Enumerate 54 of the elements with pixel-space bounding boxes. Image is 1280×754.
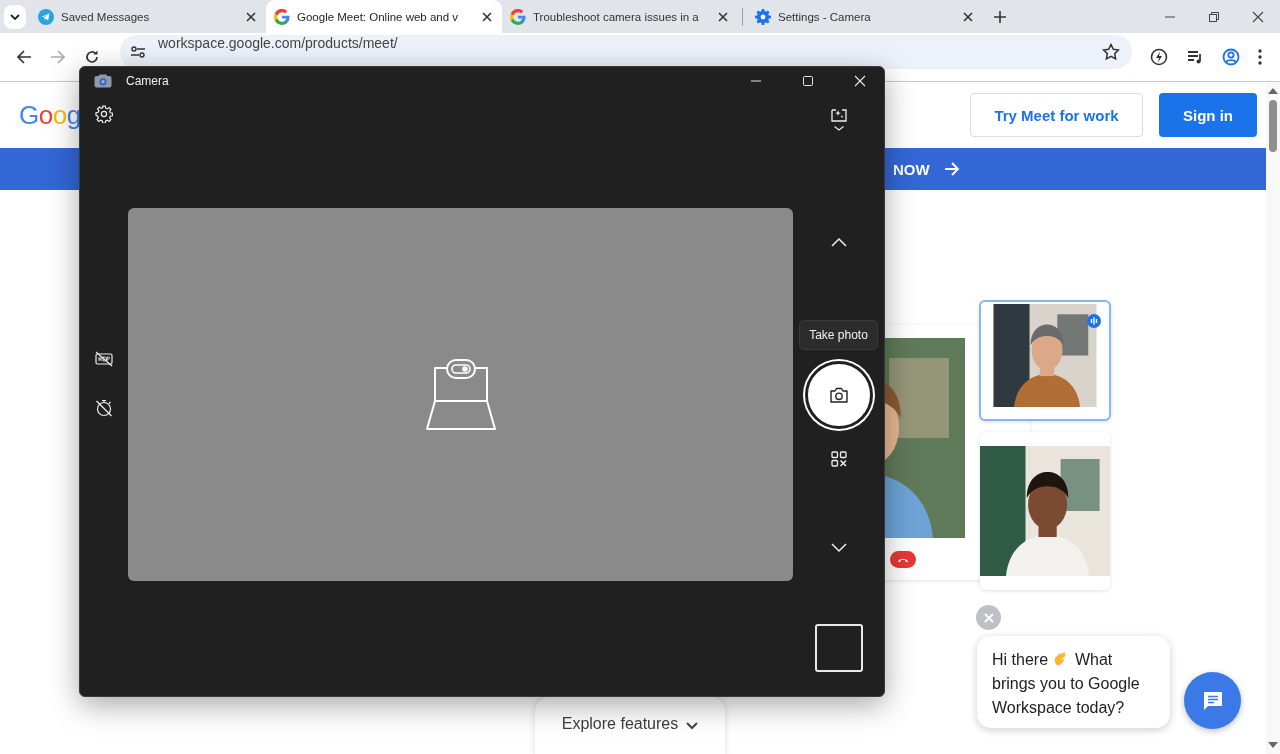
chat-button[interactable] xyxy=(1184,672,1241,729)
back-icon[interactable] xyxy=(16,49,32,65)
google-icon xyxy=(274,8,290,25)
browser-tab[interactable]: Troubleshoot camera issues in a xyxy=(502,0,738,33)
hdr-off-icon[interactable] xyxy=(95,350,113,367)
scrollbar[interactable] xyxy=(1266,82,1280,754)
hang-up-button[interactable] xyxy=(890,551,916,568)
maximize-icon[interactable] xyxy=(802,75,814,87)
sign-in-button[interactable]: Sign in xyxy=(1159,93,1257,137)
chevron-up-icon[interactable] xyxy=(830,237,847,247)
tab-title: Saved Messages xyxy=(61,10,151,23)
site-info-icon[interactable] xyxy=(130,44,146,60)
close-icon[interactable] xyxy=(961,9,975,24)
close-icon[interactable] xyxy=(1252,10,1264,23)
chat-message: Hi there What brings you to Google Workspace today? xyxy=(992,649,1141,718)
restore-icon[interactable] xyxy=(1208,10,1220,23)
settings-icon xyxy=(755,8,771,25)
chevron-down-icon xyxy=(10,13,20,20)
more-menu-icon[interactable] xyxy=(1258,49,1262,65)
tab-title: Settings - Camera xyxy=(778,10,872,23)
browser-tab[interactable]: Settings - Camera xyxy=(747,0,983,33)
last-photo-thumbnail[interactable] xyxy=(814,624,863,672)
browser-tab[interactable]: Google Meet: Online web and v xyxy=(266,0,502,33)
explore-features-button[interactable]: Explore features xyxy=(535,697,725,754)
close-icon[interactable] xyxy=(480,9,494,24)
telegram-icon xyxy=(38,8,54,25)
try-button[interactable]: Try Meet for work xyxy=(970,93,1143,137)
browser-tab[interactable]: Saved Messages xyxy=(30,0,266,33)
chevron-down-icon xyxy=(686,722,699,730)
tab-title: Google Meet: Online web and v xyxy=(297,10,460,23)
timer-off-icon[interactable] xyxy=(95,398,113,417)
profile-icon[interactable] xyxy=(1222,48,1240,66)
url-text: workspace.google.com/products/meet/ xyxy=(158,35,398,51)
camera-app-icon xyxy=(94,74,112,88)
close-icon xyxy=(983,612,994,623)
google-icon xyxy=(510,8,526,25)
tab-search-button[interactable] xyxy=(4,4,26,29)
star-icon[interactable] xyxy=(1102,43,1120,61)
photo-effects-icon[interactable] xyxy=(829,106,848,132)
new-tab-icon[interactable] xyxy=(993,9,1007,24)
lightning-icon[interactable] xyxy=(1150,48,1168,66)
google-logo[interactable]: Goog xyxy=(19,99,81,131)
tab-title: Troubleshoot camera issues in a xyxy=(533,10,700,23)
media-control-icon[interactable] xyxy=(1186,48,1204,66)
window-title: Camera xyxy=(126,74,169,88)
phone-icon xyxy=(897,556,909,563)
arrow-right-icon xyxy=(943,162,960,176)
banner-link[interactable]: NOW xyxy=(893,160,960,178)
reload-icon[interactable] xyxy=(84,49,100,65)
close-icon[interactable] xyxy=(716,9,730,24)
close-icon[interactable] xyxy=(244,9,258,24)
chevron-down-icon[interactable] xyxy=(830,543,847,553)
address-bar[interactable]: workspace.google.com/products/meet/ xyxy=(120,35,1132,69)
settings-icon[interactable] xyxy=(95,105,113,123)
